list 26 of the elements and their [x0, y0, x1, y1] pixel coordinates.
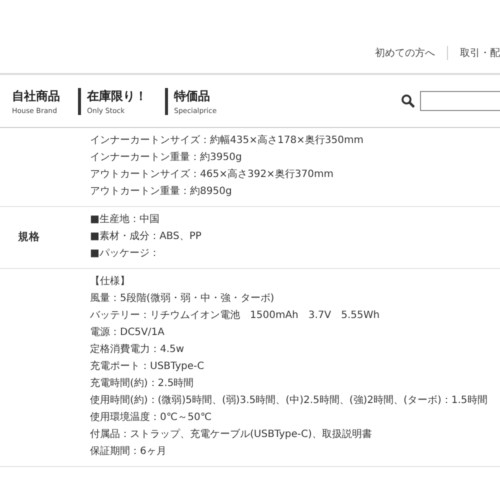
spec-line: アウトカートンサイズ：465×高さ392×奥行370mm [90, 168, 335, 182]
spec-line: 保証期間：6ヶ月 [90, 444, 168, 459]
search-icon[interactable] [401, 94, 415, 108]
spec-line: 使用時間(約)：(微弱)5時間、(弱)3.5時間、(中)2.5時間、(強)2時間、(ターボ)：1.5時間 [90, 394, 488, 408]
top-link[interactable]: 取引・配 [447, 46, 500, 60]
spec-line: 風量：5段階(微弱・弱・中・強・ターボ) [90, 292, 276, 306]
nav-link[interactable]: 特価品 [174, 88, 217, 104]
spec-line: 充電時間(約)：2.5時間 [90, 376, 195, 391]
spec-line: 電源：DC5V/1A [90, 326, 166, 340]
spec-line: 使用環境温度：0℃～50℃ [90, 410, 213, 425]
spec-line: 充電ポート：USBType-C [90, 360, 206, 374]
nav-link[interactable]: 在庫限り！ [87, 88, 147, 104]
spec-line: アウトカートン重量：約8950g [90, 184, 233, 199]
spec-line: ■素材・成分：ABS、PP [90, 230, 202, 244]
spec-line: ■パッケージ： [90, 247, 160, 261]
spec-line: 定格消費電力：4.5w [90, 342, 186, 357]
nav-link[interactable]: 自社商品 [12, 88, 60, 104]
spec-line: インナーカートン重量：約3950g [90, 150, 243, 165]
spec-line: 【仕様】 [90, 274, 131, 289]
spec-line: バッテリー：リチウムイオン電池 1500mAh 3.7V 5.55Wh [90, 308, 381, 323]
spec-label: 規格 [18, 230, 40, 242]
spec-line: インナーカートンサイズ：約幅435×高さ178×奥行350mm [90, 134, 364, 148]
top-link[interactable]: 初めての方へ [363, 46, 447, 60]
search-field[interactable] [420, 91, 500, 111]
spec-line: 付属品：ストラップ、充電ケーブル(USBType-C)、取扱説明書 [90, 428, 373, 442]
spec-line: ■生産地：中国 [90, 212, 160, 227]
